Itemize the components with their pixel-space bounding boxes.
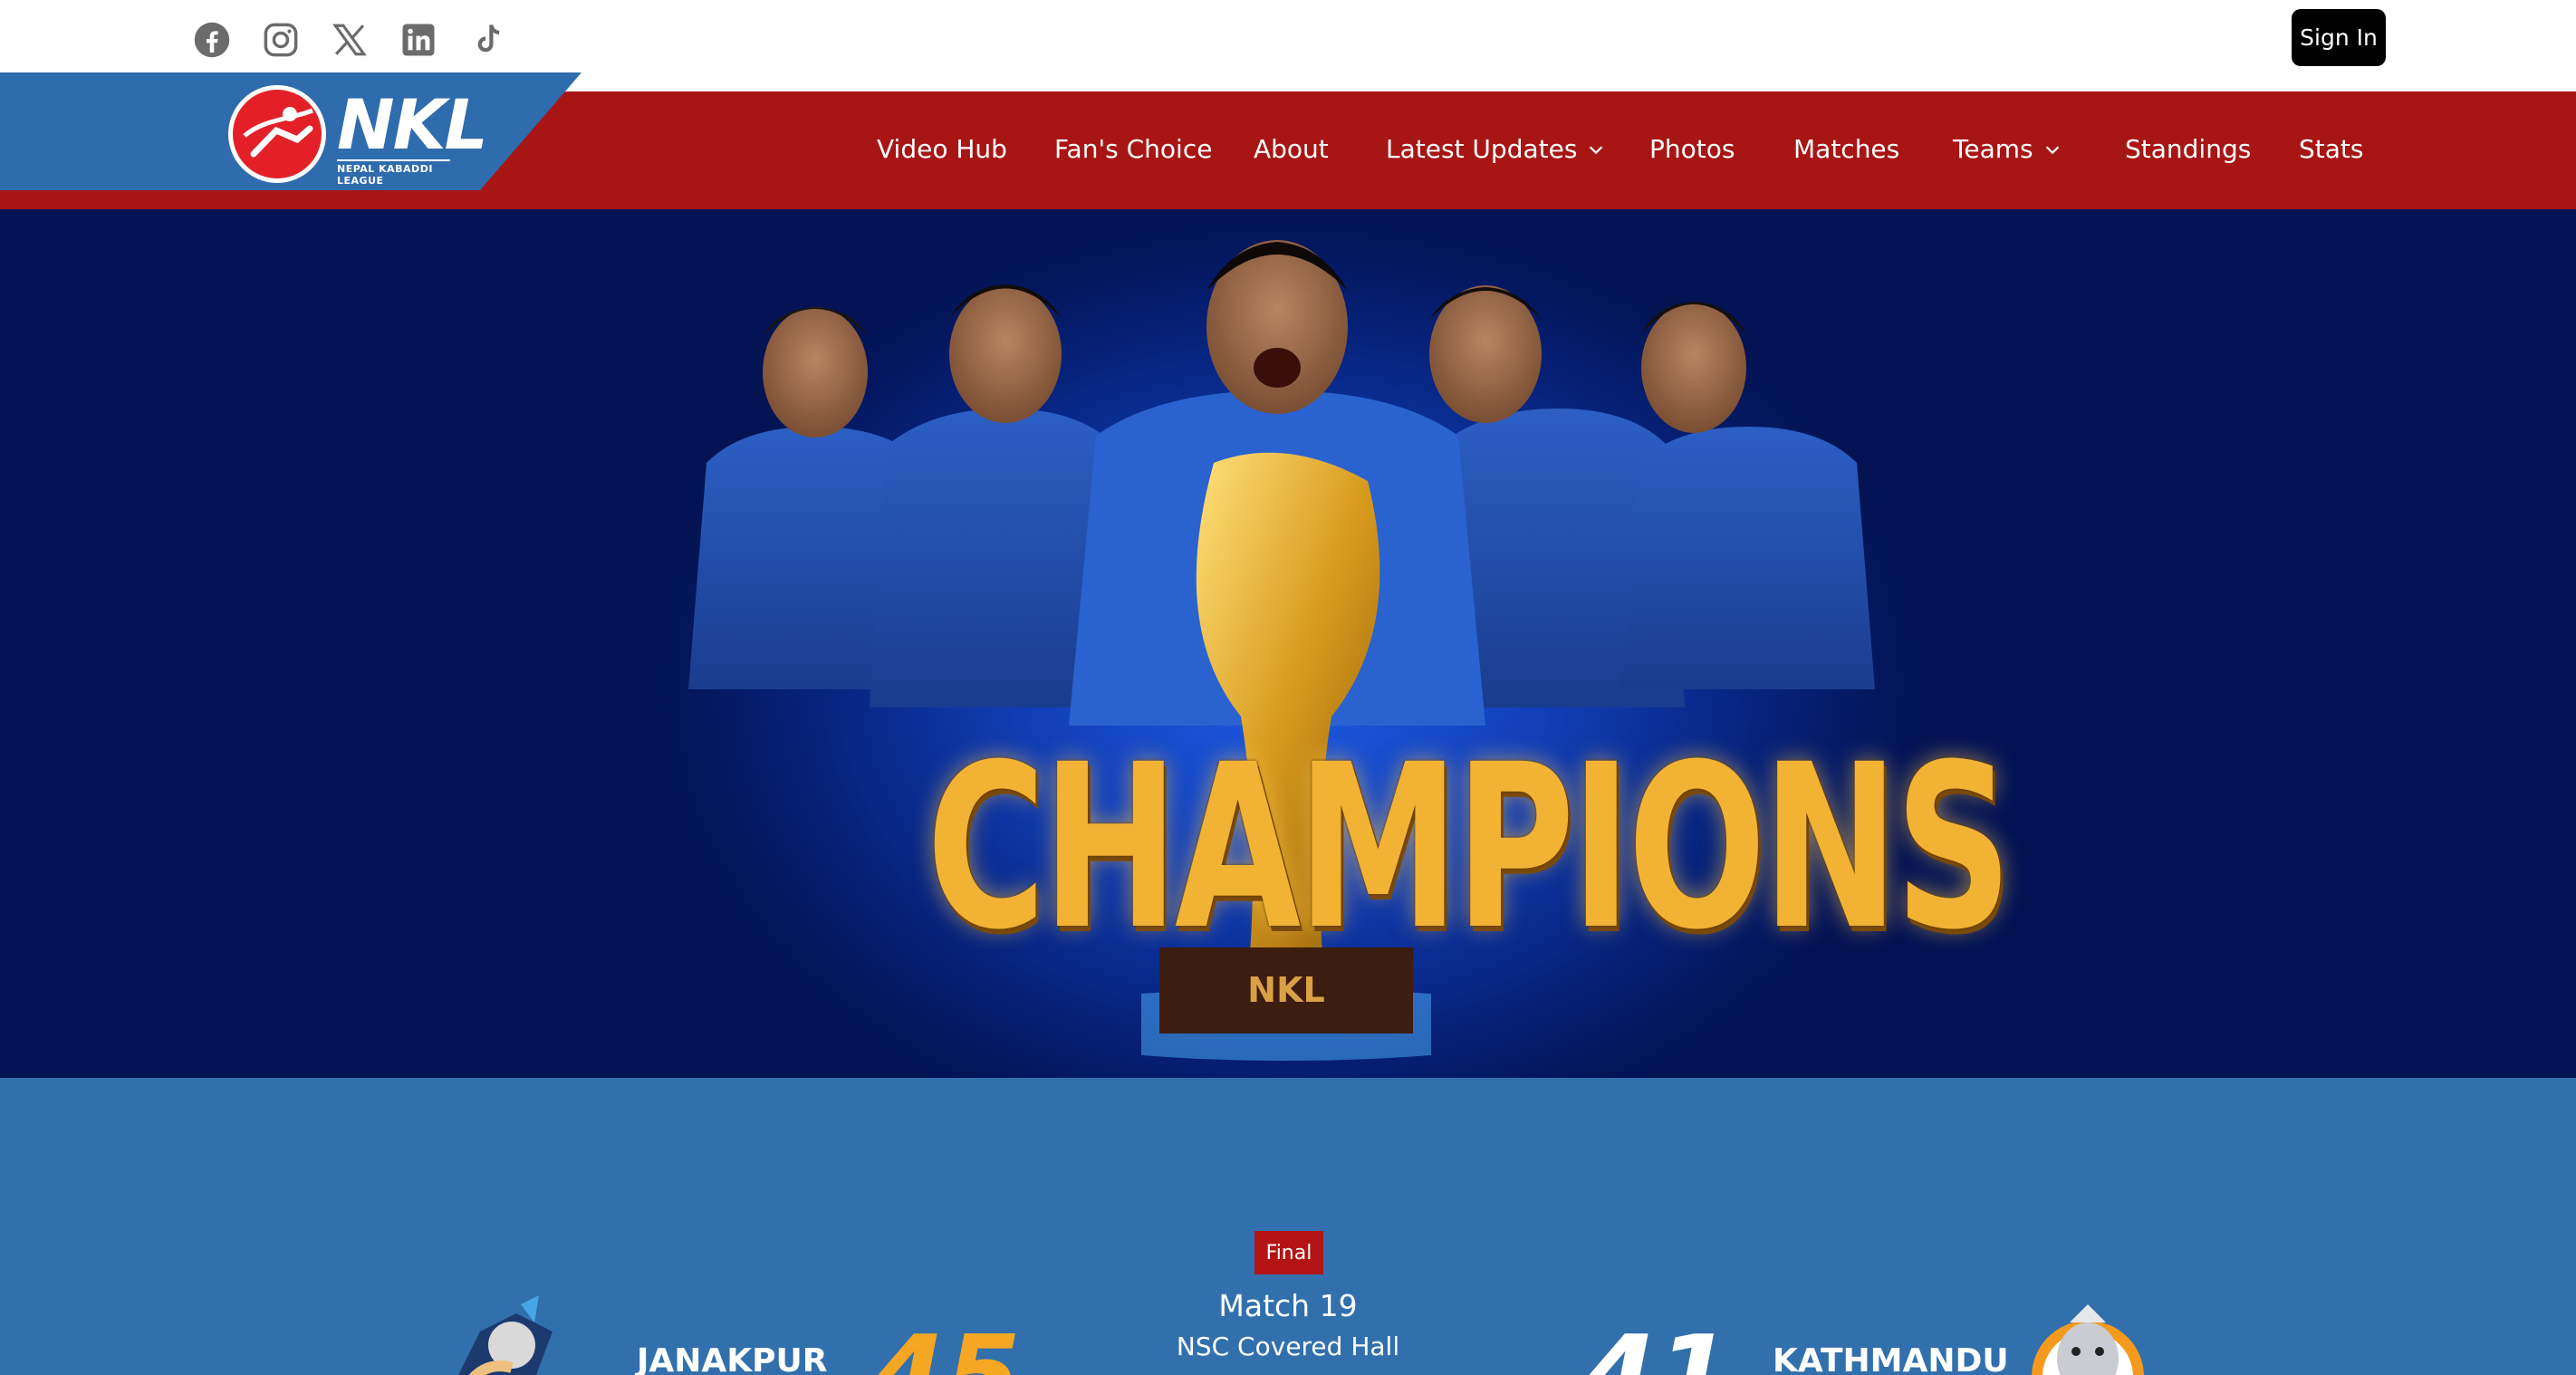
nav-label: Teams [1953, 134, 2033, 164]
match-stage-badge: Final [1254, 1231, 1323, 1274]
nav-item-stats[interactable]: Stats [2299, 131, 2363, 168]
nav-item-photos[interactable]: Photos [1649, 131, 1735, 168]
nav-label: Latest Updates [1386, 134, 1578, 164]
chevron-down-icon [1590, 146, 1603, 155]
nav-menu: Video Hub Fan's Choice About Latest Upda… [0, 131, 2576, 168]
nav-label: About [1254, 134, 1329, 164]
nav-item-standings[interactable]: Standings [2125, 131, 2251, 168]
nav-item-video-hub[interactable]: Video Hub [877, 131, 1007, 168]
nav-item-latest-updates[interactable]: Latest Updates [1386, 131, 1606, 168]
champions-headline: CHAMPIONS [926, 716, 2013, 979]
nav-item-matches[interactable]: Matches [1793, 131, 1899, 168]
nav-item-about[interactable]: About [1254, 131, 1329, 168]
nav-item-teams[interactable]: Teams [1953, 131, 2062, 168]
facebook-icon[interactable] [192, 20, 232, 60]
nav-item-fans-choice[interactable]: Fan's Choice [1054, 131, 1212, 168]
instagram-icon[interactable] [261, 20, 301, 60]
home-team-name: JANAKPUR [637, 1342, 828, 1375]
social-links [192, 20, 507, 60]
linkedin-icon[interactable] [399, 20, 438, 60]
nav-label: Fan's Choice [1054, 134, 1213, 164]
away-team-score: 41 [1581, 1322, 1732, 1375]
nav-label: Standings [2125, 134, 2252, 164]
sign-in-button[interactable]: Sign In [2292, 9, 2386, 66]
nav-label: Video Hub [877, 134, 1007, 164]
nav-label: Photos [1649, 134, 1735, 164]
away-team-name: KATHMANDU [1773, 1342, 2009, 1375]
nav-label: Matches [1793, 134, 1900, 164]
match-number: Match 19 [1218, 1288, 1358, 1323]
match-venue: NSC Covered Hall [1176, 1332, 1400, 1361]
tiktok-icon[interactable] [467, 20, 507, 60]
janakpur-team-logo[interactable] [426, 1295, 562, 1375]
hero-banner[interactable]: NKL CHAMPIONS [0, 209, 2576, 1078]
match-card[interactable]: Final Match 19 NSC Covered Hall JANAKPUR… [0, 1078, 2576, 1375]
nav-label: Stats [2299, 134, 2364, 164]
chevron-down-icon [2045, 146, 2059, 155]
kathmandu-team-logo[interactable] [2020, 1295, 2156, 1375]
home-team-score: 45 [870, 1322, 1021, 1375]
x-icon[interactable] [330, 20, 370, 60]
